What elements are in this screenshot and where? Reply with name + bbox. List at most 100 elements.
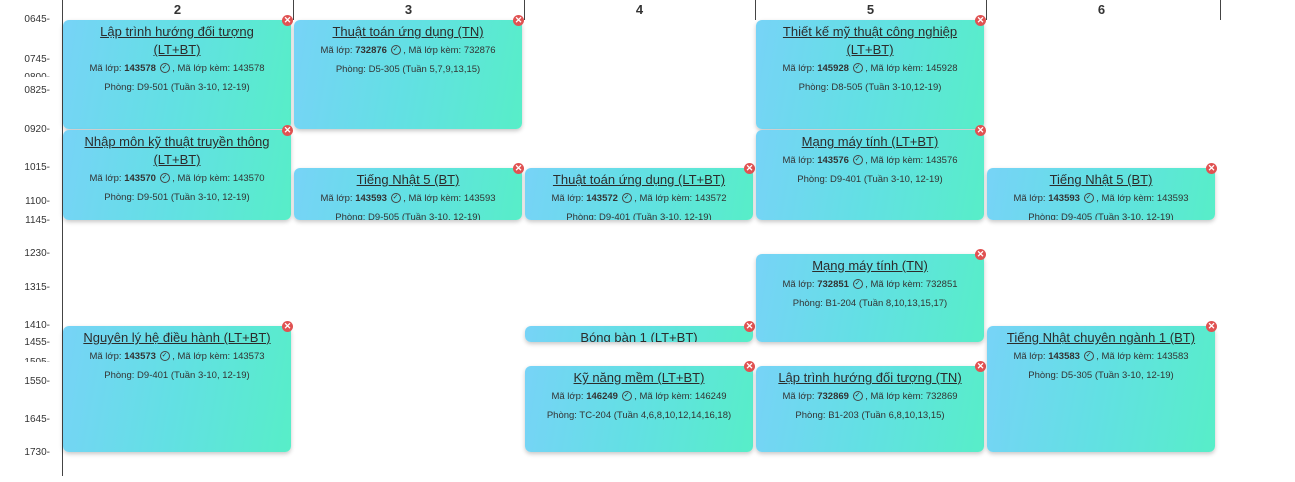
course-card[interactable]: Nguyên lý hệ điều hành (LT+BT) Mã lớp: 14… [63,326,291,452]
course-title-link[interactable]: Bóng bàn 1 (LT+BT) [525,329,753,342]
linked-code: 143573 [232,351,265,362]
course-title-link[interactable]: Tiếng Nhật 5 (BT) [294,171,522,189]
class-code-label: Mã lớp: [89,173,122,184]
course-title-link[interactable]: Thiết kế mỹ thuật công nghiệp (LT+BT) [756,23,984,59]
time-label: 1410- [24,320,50,331]
close-icon[interactable]: ✕ [975,125,986,136]
time-label: 1645- [24,414,50,425]
course-class-info: Mã lớp: 732876 ✓ , Mã lớp kèm: 732876 [294,44,522,58]
course-title-link[interactable]: Tiếng Nhật 5 (BT) [987,171,1215,189]
linked-code-label: , Mã lớp kèm: [865,279,924,290]
course-card[interactable]: Kỹ năng mềm (LT+BT) Mã lớp: 146249 ✓ , Mã… [525,366,753,452]
room-label: Phòng: [1028,212,1059,220]
course-card[interactable]: Lập trình hướng đối tượng (LT+BT) Mã lớp:… [63,20,291,129]
course-title-link[interactable]: Thuật toán ứng dụng (TN) [294,23,522,41]
room-label: Phòng: [798,82,829,93]
class-code: 732851 [817,279,849,290]
close-icon[interactable]: ✕ [282,15,293,26]
class-code-label: Mã lớp: [782,155,815,166]
course-title-link[interactable]: Lập trình hướng đối tượng (LT+BT) [63,23,291,59]
class-code: 732876 [355,45,387,56]
check-circle-icon: ✓ [621,391,632,402]
course-room: Phòng: D9-405 (Tuần 3-10, 12-19) [987,212,1215,220]
course-title-link[interactable]: Mạng máy tính (TN) [756,257,984,275]
course-room: Phòng: D8-505 (Tuần 3-10,12-19) [756,82,984,93]
linked-code-label: , Mã lớp kèm: [1096,193,1155,204]
time-label: 1730- [24,447,50,458]
room-label: Phòng: [797,174,828,185]
class-code: 732869 [817,391,849,402]
course-card[interactable]: Mạng máy tính (LT+BT) Mã lớp: 143576 ✓ , … [756,130,984,220]
time-label: 1505- [0,357,50,362]
time-label: 0645- [24,14,50,25]
class-code-label: Mã lớp: [1013,351,1046,362]
course-card[interactable]: Thuật toán ứng dụng (LT+BT) Mã lớp: 14357… [525,168,753,220]
course-card[interactable]: Tiếng Nhật 5 (BT) Mã lớp: 143593 ✓ , Mã l… [987,168,1215,220]
course-card[interactable]: Thiết kế mỹ thuật công nghiệp (LT+BT) Mã … [756,20,984,129]
course-room: Phòng: TC-204 (Tuần 4,6,8,10,12,14,16,18… [525,410,753,421]
course-title-link[interactable]: Tiếng Nhật chuyên ngành 1 (BT) [987,329,1215,347]
day-header-5: 5 [866,2,875,17]
room-label: Phòng: [335,64,366,75]
course-card[interactable]: Thuật toán ứng dụng (TN) Mã lớp: 732876 ✓… [294,20,522,129]
day-header-3: 3 [404,2,413,17]
room-label: Phòng: [566,212,597,220]
class-code: 143593 [355,193,387,204]
time-label: 1315- [24,282,50,293]
course-card[interactable]: Nhập môn kỹ thuật truyền thông (LT+BT) Mã… [63,130,291,220]
linked-code-label: , Mã lớp kèm: [865,391,924,402]
time-label: 1145- [25,215,50,226]
linked-code-label: , Mã lớp kèm: [1096,351,1155,362]
room-value: B1-204 (Tuần 8,10,13,15,17) [825,298,948,309]
close-icon[interactable]: ✕ [744,321,755,332]
course-title-link[interactable]: Nguyên lý hệ điều hành (LT+BT) [63,329,291,347]
course-title-link[interactable]: Mạng máy tính (LT+BT) [756,133,984,151]
class-code-label: Mã lớp: [551,391,584,402]
close-icon[interactable]: ✕ [975,15,986,26]
course-class-info: Mã lớp: 143593 ✓ , Mã lớp kèm: 143593 [987,192,1215,206]
close-icon[interactable]: ✕ [1206,163,1217,174]
course-class-info: Mã lớp: 732851 ✓ , Mã lớp kèm: 732851 [756,278,984,292]
course-card[interactable]: Bóng bàn 1 (LT+BT)Mã lớp: 733201 ✓ , Mã … [525,326,753,342]
course-class-info: Mã lớp: 143576 ✓ , Mã lớp kèm: 143576 [756,154,984,168]
course-card[interactable]: Mạng máy tính (TN) Mã lớp: 732851 ✓ , Mã … [756,254,984,342]
close-icon[interactable]: ✕ [744,163,755,174]
course-card[interactable]: Tiếng Nhật 5 (BT) Mã lớp: 143593 ✓ , Mã l… [294,168,522,220]
time-label: 1230- [24,248,50,259]
close-icon[interactable]: ✕ [975,249,986,260]
linked-code-label: , Mã lớp kèm: [172,173,231,184]
room-value: B1-203 (Tuần 6,8,10,13,15) [828,410,945,421]
course-card[interactable]: Lập trình hướng đối tượng (TN) Mã lớp: 73… [756,366,984,452]
class-code-label: Mã lớp: [551,193,584,204]
course-title-link[interactable]: Thuật toán ứng dụng (LT+BT) [525,171,753,189]
close-icon[interactable]: ✕ [282,321,293,332]
course-title-link[interactable]: Kỹ năng mềm (LT+BT) [525,369,753,387]
room-value: D9-401 (Tuần 3-10, 12-19) [830,174,943,185]
course-class-info: Mã lớp: 143570 ✓ , Mã lớp kèm: 143570 [63,172,291,186]
class-code: 143573 [124,351,156,362]
close-icon[interactable]: ✕ [975,361,986,372]
close-icon[interactable]: ✕ [282,125,293,136]
room-label: Phòng: [1028,370,1059,381]
close-icon[interactable]: ✕ [1206,321,1217,332]
course-room: Phòng: D5-305 (Tuần 3-10, 12-19) [987,370,1215,381]
check-circle-icon: ✓ [852,279,863,290]
class-code: 143572 [586,193,618,204]
class-code-label: Mã lớp: [320,193,353,204]
close-icon[interactable]: ✕ [744,361,755,372]
linked-code: 143570 [232,173,265,184]
course-card[interactable]: Tiếng Nhật chuyên ngành 1 (BT) Mã lớp: 14… [987,326,1215,452]
time-label: 0745- [24,54,50,65]
time-label: 1455- [24,337,50,348]
class-code: 143578 [124,63,156,74]
course-class-info: Mã lớp: 143572 ✓ , Mã lớp kèm: 143572 [525,192,753,206]
close-icon[interactable]: ✕ [513,15,524,26]
course-title-link[interactable]: Lập trình hướng đối tượng (TN) [756,369,984,387]
close-icon[interactable]: ✕ [513,163,524,174]
course-room: Phòng: D9-505 (Tuần 3-10, 12-19) [294,212,522,220]
class-code: 143570 [124,173,156,184]
course-room: Phòng: B1-204 (Tuần 8,10,13,15,17) [756,298,984,309]
course-room: Phòng: D5-305 (Tuần 5,7,9,13,15) [294,64,522,75]
check-circle-icon: ✓ [852,391,863,402]
course-title-link[interactable]: Nhập môn kỹ thuật truyền thông (LT+BT) [63,133,291,169]
